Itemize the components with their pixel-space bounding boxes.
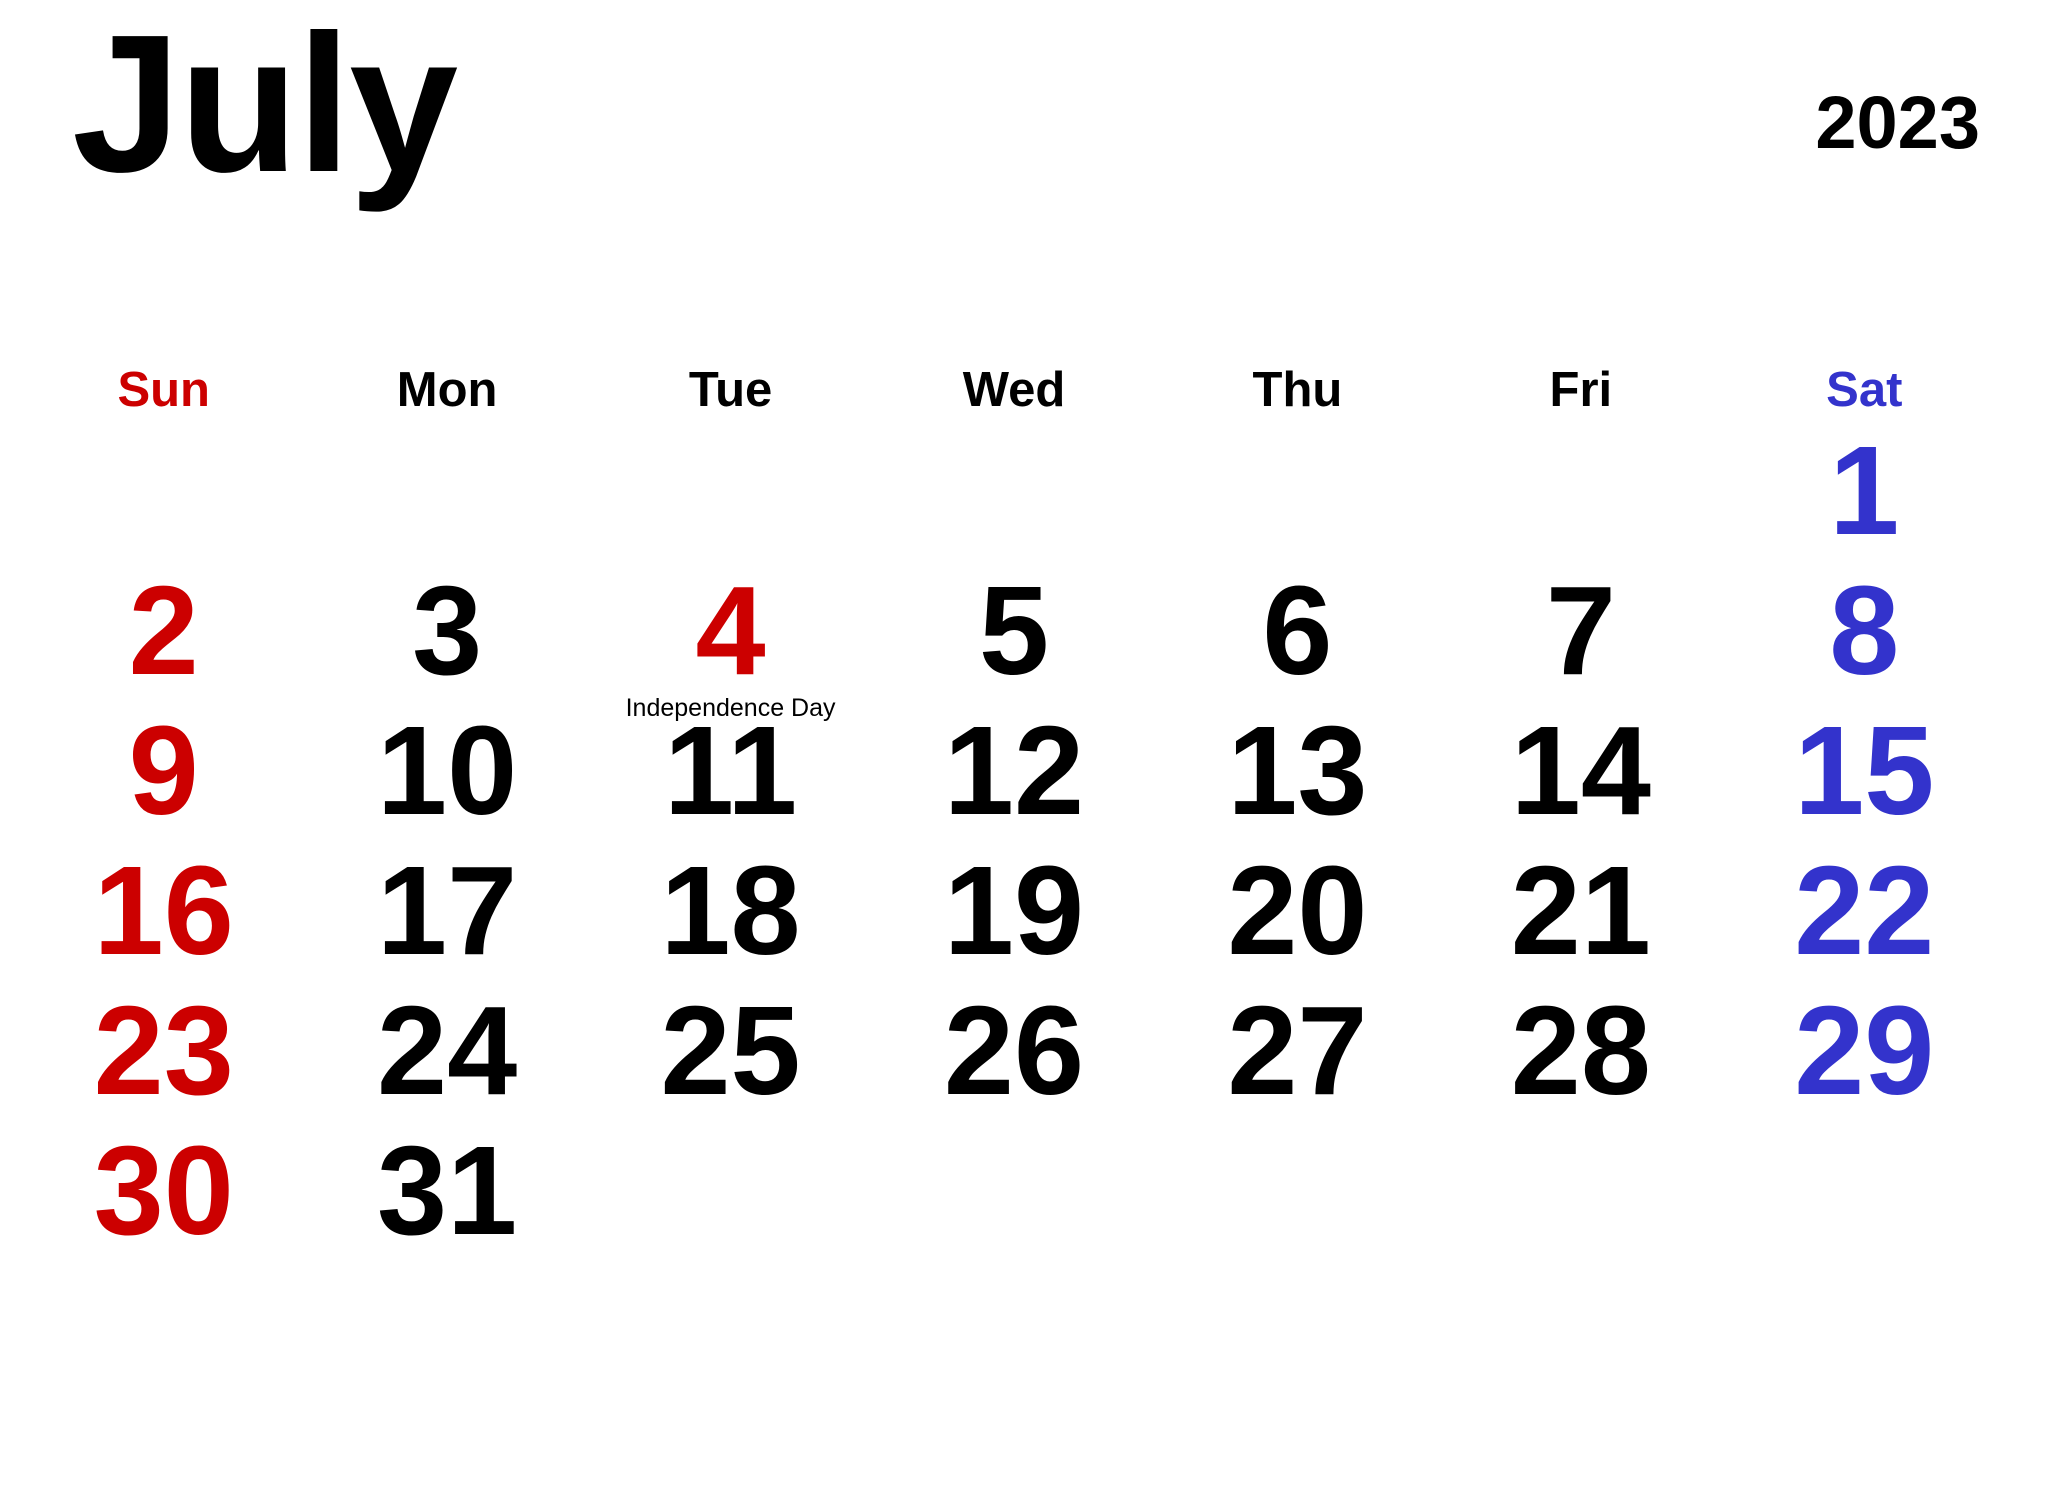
weekday-header-tue: Tue [688,363,773,417]
day-cell-28[interactable]: 28 [1439,985,1722,1125]
day-number: 24 [377,980,518,1121]
day-number: 23 [93,980,234,1121]
day-number: 13 [1227,700,1368,841]
week-row: 30 31 [22,1125,2006,1265]
day-number: 30 [93,1120,234,1261]
day-cell-empty [589,1125,872,1265]
day-number: 28 [1510,980,1651,1121]
day-number: 3 [412,560,483,701]
day-number: 25 [660,980,801,1121]
day-cell-13[interactable]: 13 [1156,705,1439,845]
day-cell-empty [305,425,588,565]
month-title: July [72,0,458,213]
day-cell-16[interactable]: 16 [22,845,305,985]
day-cell-7[interactable]: 7 [1439,565,1722,705]
weekday-header-sat: Sat [1826,363,1903,417]
day-cell-9[interactable]: 9 [22,705,305,845]
day-number: 17 [377,840,518,981]
day-cell-1[interactable]: 1 [1723,425,2006,565]
day-cell-empty [872,425,1155,565]
day-cell-21[interactable]: 21 [1439,845,1722,985]
day-cell-18[interactable]: 18 [589,845,872,985]
day-number: 14 [1510,700,1651,841]
day-number: 6 [1262,560,1333,701]
day-cell-15[interactable]: 15 [1723,705,2006,845]
day-number: 20 [1227,840,1368,981]
day-number: 31 [377,1120,518,1261]
day-number: 29 [1794,980,1935,1121]
day-number: 8 [1829,560,1900,701]
day-cell-22[interactable]: 22 [1723,845,2006,985]
day-number: 5 [978,560,1050,701]
day-cell-19[interactable]: 19 [872,845,1155,985]
calendar-header: July 2023 [0,0,2048,300]
day-cell-empty [589,425,872,565]
day-number: 16 [93,840,234,981]
day-number: 15 [1794,700,1935,841]
day-cell-27[interactable]: 27 [1156,985,1439,1125]
day-cell-26[interactable]: 26 [872,985,1155,1125]
day-cell-6[interactable]: 6 [1156,565,1439,705]
day-cell-empty [1439,425,1722,565]
day-number: 2 [128,560,199,701]
day-cell-4[interactable]: 4 Independence Day [589,560,872,723]
day-cell-31[interactable]: 31 [305,1125,588,1265]
day-number: 12 [943,700,1085,841]
day-cell-14[interactable]: 14 [1439,705,1722,845]
day-cell-empty [1156,1125,1439,1265]
day-number: 18 [660,840,801,981]
day-number: 1 [1829,420,1900,561]
weekday-header-wed: Wed [962,363,1066,417]
week-row: 2 3 4 Independence Day 5 6 7 8 [22,560,2006,723]
day-cell-empty [872,1125,1155,1265]
day-cell-23[interactable]: 23 [22,985,305,1125]
day-cell-empty [1439,1125,1722,1265]
day-number: 26 [943,980,1085,1121]
day-cell-29[interactable]: 29 [1723,985,2006,1125]
day-cell-20[interactable]: 20 [1156,845,1439,985]
day-cell-24[interactable]: 24 [305,985,588,1125]
day-number: 7 [1545,560,1616,701]
calendar-weeks: 1 2 3 4 Independence Day 5 6 7 8 9 10 11 12 13 14 15 16 1… [0,425,2048,1265]
day-cell-8[interactable]: 8 [1723,565,2006,705]
day-number: 27 [1227,980,1368,1121]
day-cell-3[interactable]: 3 [305,565,588,705]
year-title: 2023 [1815,81,1980,164]
weekday-header-sun: Sun [117,363,210,417]
day-cell-empty [1723,1125,2006,1265]
weekday-header-thu: Thu [1252,363,1343,417]
weekday-header-mon: Mon [396,363,498,417]
day-cell-2[interactable]: 2 [22,565,305,705]
day-number: 19 [943,840,1085,981]
day-number: 11 [663,700,798,841]
day-cell-empty [22,425,305,565]
day-number: 4 [695,560,766,701]
week-row: 23 24 25 26 27 28 29 [22,985,2006,1125]
week-row: 9 10 11 12 13 14 15 [22,705,2006,845]
day-cell-25[interactable]: 25 [589,985,872,1125]
day-cell-5[interactable]: 5 [872,565,1155,705]
day-cell-30[interactable]: 30 [22,1125,305,1265]
week-row: 1 [22,425,2006,565]
weekday-header-fri: Fri [1549,363,1613,417]
day-number: 22 [1794,840,1935,981]
calendar-grid: Sun Mon Tue Wed Thu Fri Sat 1 2 3 4 Independence D… [0,355,2048,1265]
week-row: 16 17 18 19 20 21 22 [22,845,2006,985]
calendar-page: July 2023 Sun Mon Tue Wed Thu Fri Sat 1 2 3 4 Inde… [0,0,2048,1502]
day-number: 21 [1510,840,1651,981]
weekday-header-row: Sun Mon Tue Wed Thu Fri Sat [22,355,2006,425]
day-cell-12[interactable]: 12 [872,705,1155,845]
day-cell-17[interactable]: 17 [305,845,588,985]
day-number: 9 [128,700,199,841]
day-cell-empty [1156,425,1439,565]
day-number: 10 [377,700,518,841]
day-cell-10[interactable]: 10 [305,705,588,845]
day-cell-11[interactable]: 11 [589,705,872,845]
